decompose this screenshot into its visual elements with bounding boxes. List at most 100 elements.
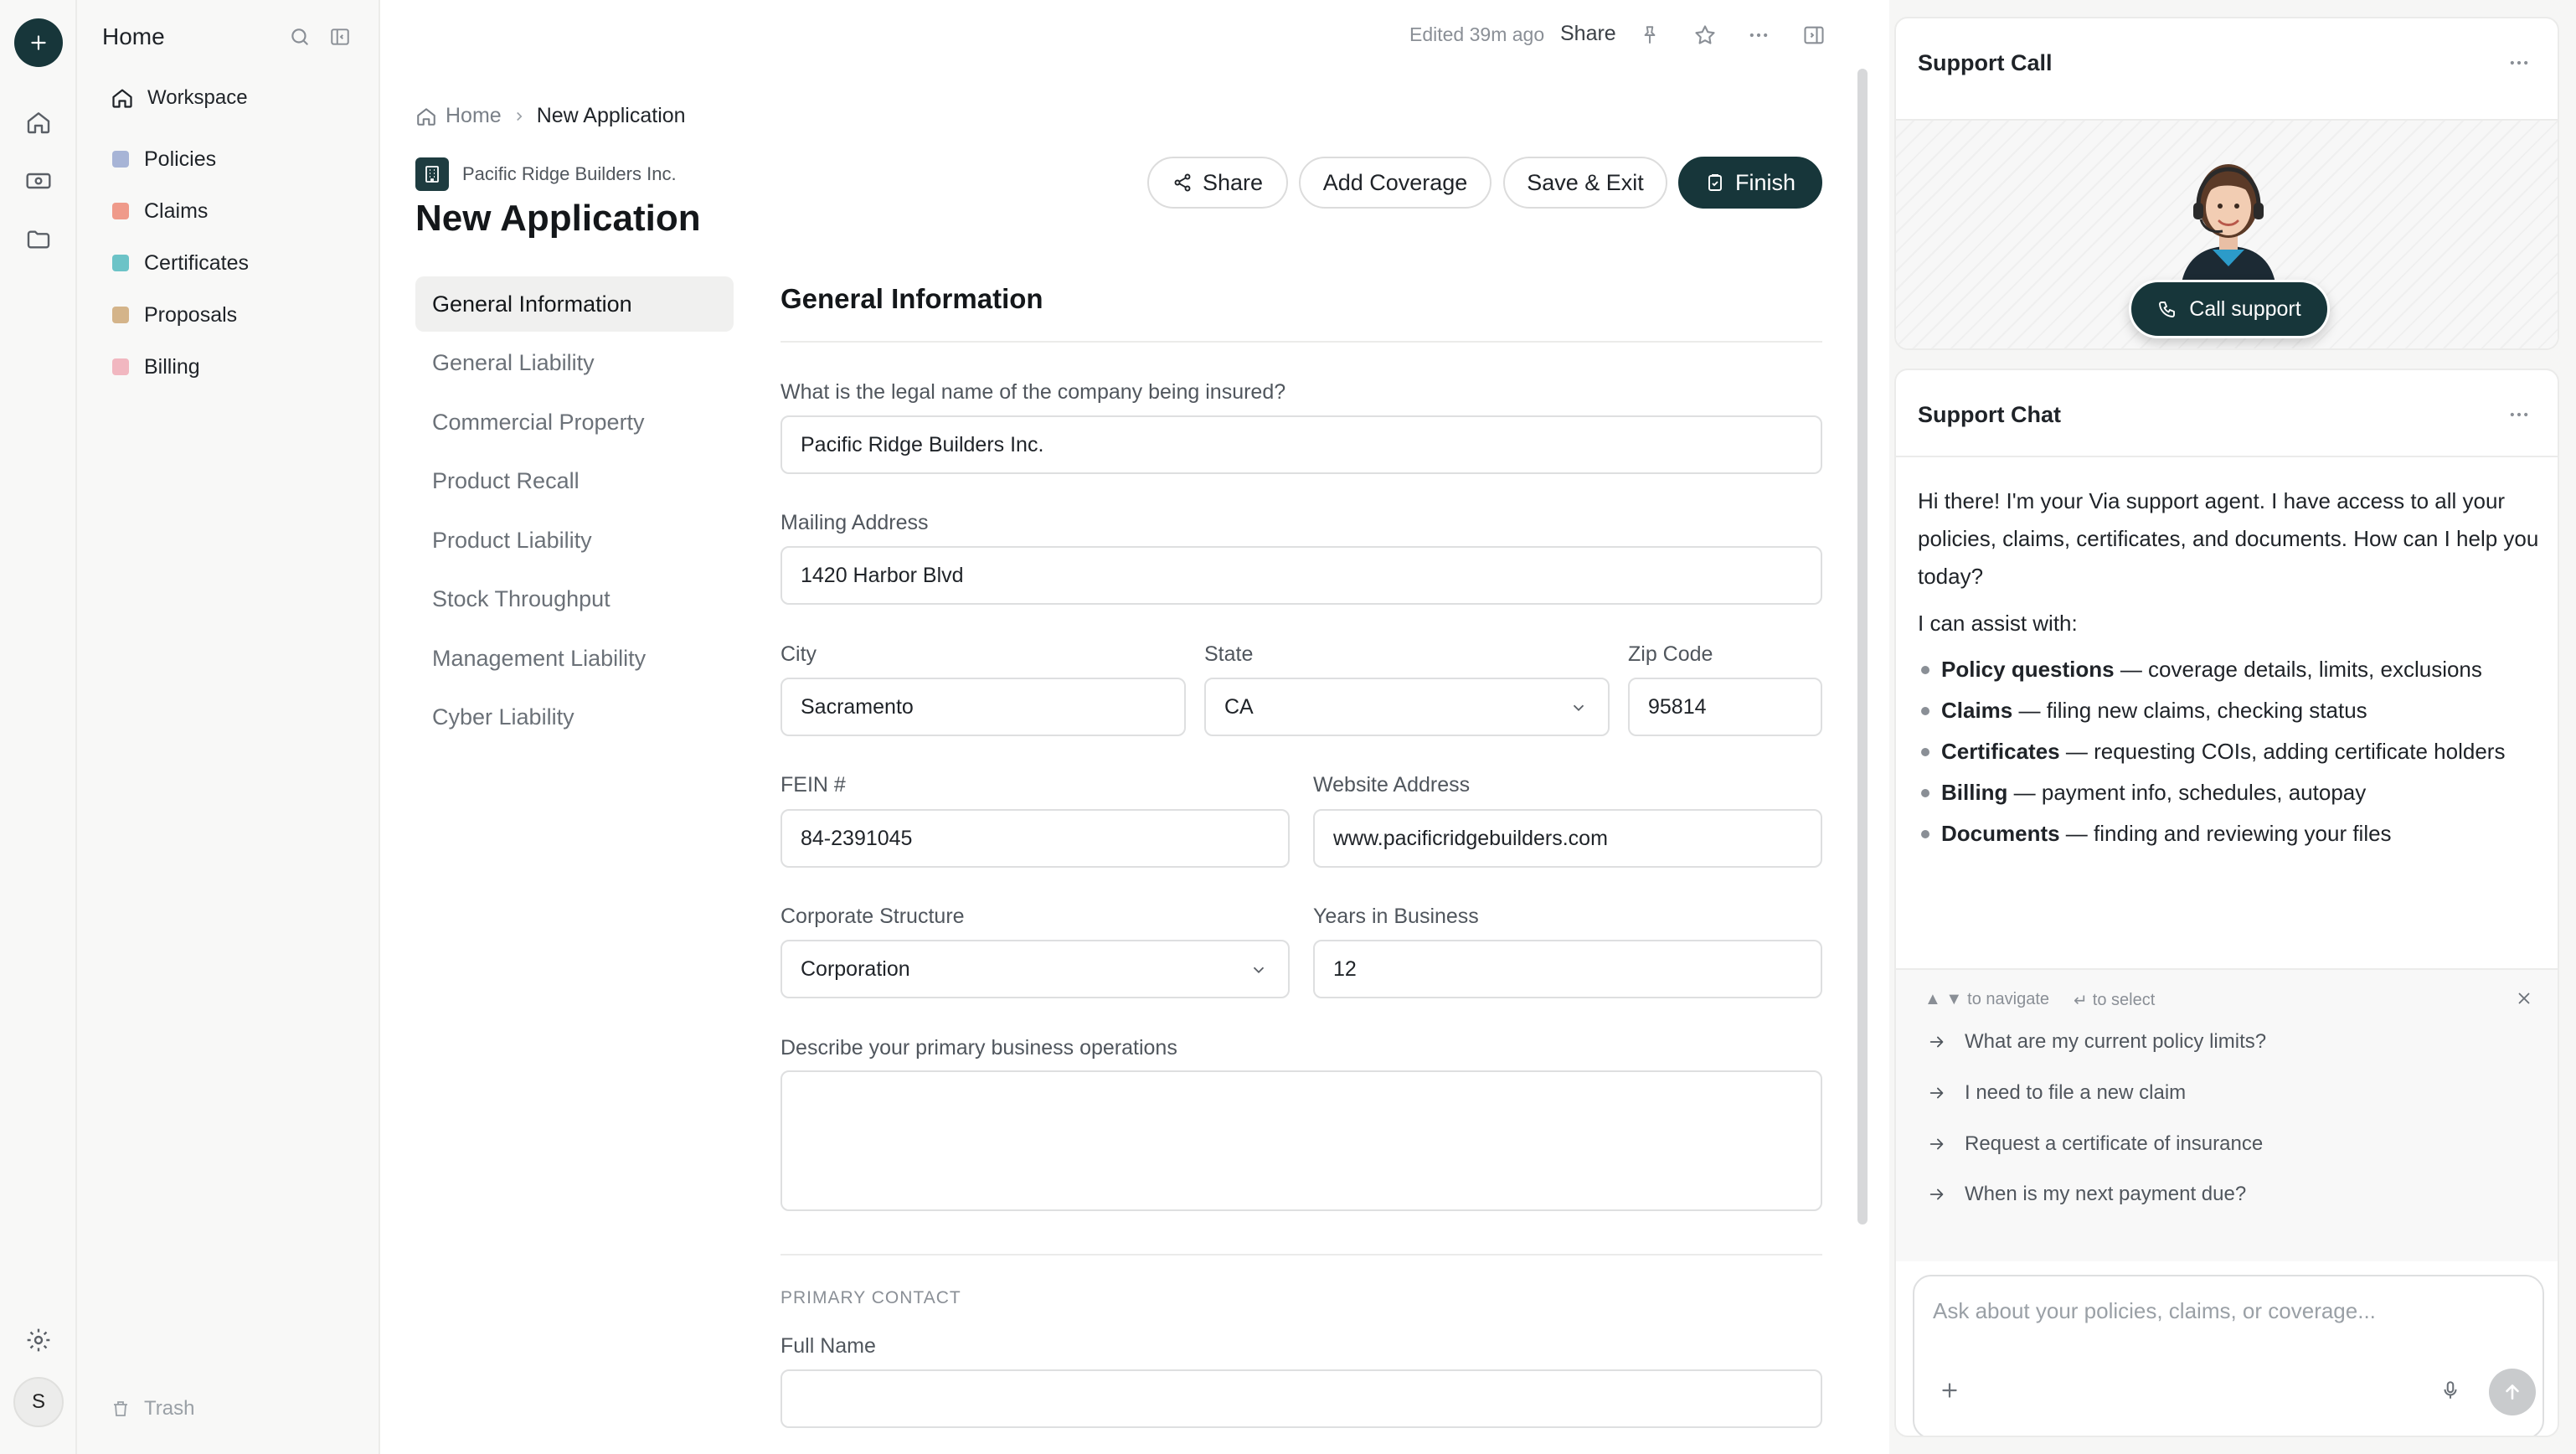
arrow-up-icon	[2506, 1384, 2519, 1400]
bullet-dot	[1921, 747, 1929, 756]
nav-general-liability[interactable]: General Liability	[415, 335, 734, 390]
home-icon	[27, 112, 50, 134]
call-area: Call support	[1896, 119, 2558, 348]
suggestion-item[interactable]: When is my next payment due?	[1928, 1183, 2246, 1206]
favorite-button[interactable]	[1690, 20, 1720, 50]
support-call-more-button[interactable]	[2502, 50, 2536, 75]
mailing-address-input[interactable]: 1420 Harbor Blvd	[781, 546, 1822, 605]
chevron-down-icon	[1249, 961, 1268, 979]
pin-button[interactable]	[1635, 20, 1665, 50]
call-support-label: Call support	[2189, 296, 2301, 321]
sidebar-item-label: Certificates	[144, 250, 250, 275]
operations-textarea[interactable]	[781, 1070, 1822, 1211]
suggestion-item[interactable]: Request a certificate of insurance	[1928, 1132, 2263, 1156]
suggestion-item[interactable]: I need to file a new claim	[1928, 1081, 2186, 1105]
edited-timestamp: Edited 39m ago	[1409, 23, 1545, 45]
color-swatch	[112, 255, 129, 271]
rail-files-button[interactable]	[22, 223, 55, 256]
rail-billing-button[interactable]	[22, 164, 55, 198]
zip-input[interactable]: 95814	[1628, 678, 1822, 736]
search-icon	[291, 28, 308, 45]
new-plus-button[interactable]	[14, 18, 63, 67]
arrow-right-icon	[1929, 1138, 1944, 1150]
website-input[interactable]: www.pacificridgebuilders.com	[1313, 809, 1822, 868]
sidebar-item-workspace[interactable]: Workspace	[111, 82, 248, 114]
sidebar-item-policies[interactable]: Policies	[111, 142, 216, 176]
home-icon	[112, 89, 132, 108]
color-swatch	[112, 358, 129, 375]
sidebar-item-proposals[interactable]: Proposals	[111, 298, 237, 332]
assist-item-desc: — payment info, schedules, autopay	[2007, 780, 2367, 805]
nav-management-liability[interactable]: Management Liability	[415, 631, 734, 686]
sidebar-item-label: Proposals	[144, 302, 238, 327]
toggle-right-panel-button[interactable]	[1799, 20, 1829, 50]
sidebar-item-trash[interactable]: Trash	[111, 1397, 194, 1420]
nav-product-liability[interactable]: Product Liability	[415, 513, 734, 568]
rail-settings-button[interactable]	[22, 1323, 55, 1357]
share-button[interactable]: Share	[1147, 157, 1288, 209]
chat-header-divider	[1896, 456, 2558, 457]
send-button[interactable]	[2489, 1369, 2536, 1415]
corporate-structure-select[interactable]: Corporation	[781, 940, 1290, 998]
support-chat-more-button[interactable]	[2502, 402, 2536, 427]
suggestion-text: I need to file a new claim	[1965, 1081, 2187, 1104]
company-name: Pacific Ridge Builders Inc.	[462, 163, 677, 184]
nav-cyber-liability[interactable]: Cyber Liability	[415, 689, 734, 745]
support-call-title: Support Call	[1918, 50, 2053, 75]
operations-label: Describe your primary business operation…	[781, 1036, 1177, 1060]
plus-icon	[31, 35, 46, 50]
nav-general-information[interactable]: General Information	[415, 276, 734, 332]
top-share-button[interactable]: Share	[1560, 22, 1616, 46]
finish-button[interactable]: Finish	[1678, 157, 1822, 209]
sidebar-item-claims[interactable]: Claims	[111, 194, 208, 228]
sidebar-item-label: Billing	[144, 354, 200, 379]
rail-home-button[interactable]	[22, 106, 55, 139]
more-options-button[interactable]	[1744, 20, 1774, 50]
share-icon	[1174, 173, 1191, 192]
call-support-button[interactable]: Call support	[2129, 280, 2330, 338]
fein-input[interactable]: 84-2391045	[781, 809, 1290, 868]
color-swatch	[112, 151, 129, 168]
city-input[interactable]: Sacramento	[781, 678, 1186, 736]
phone-icon	[2159, 302, 2176, 317]
save-exit-button[interactable]: Save & Exit	[1503, 157, 1667, 209]
app-rail: S	[0, 0, 77, 1454]
state-select[interactable]: CA	[1204, 678, 1610, 736]
sidebar-search-button[interactable]	[286, 23, 313, 50]
years-in-business-input[interactable]: 12	[1313, 940, 1822, 998]
company-tag: Pacific Ridge Builders Inc.	[415, 157, 677, 191]
state-label: State	[1204, 642, 1254, 666]
breadcrumb: Home New Application	[415, 104, 686, 128]
nav-commercial-property[interactable]: Commercial Property	[415, 394, 734, 450]
bullet-dot	[1921, 788, 1929, 797]
assist-item-title: Documents	[1941, 821, 2060, 846]
chat-input-box[interactable]: Ask about your policies, claims, or cove…	[1913, 1275, 2544, 1436]
full-name-input[interactable]	[781, 1369, 1822, 1428]
select-hint-text: to select	[2092, 991, 2156, 1009]
nav-stock-throughput[interactable]: Stock Throughput	[415, 571, 734, 626]
attach-button[interactable]	[1933, 1374, 1966, 1407]
bullet-dot	[1921, 706, 1929, 715]
home-icon	[417, 107, 435, 126]
full-name-label: Full Name	[781, 1334, 876, 1358]
suggestion-text: What are my current policy limits?	[1965, 1030, 2267, 1053]
main-scrollbar[interactable]	[1857, 69, 1868, 1225]
assist-item: Certificates — requesting COIs, adding c…	[1921, 739, 2505, 765]
collapse-sidebar-button[interactable]	[327, 23, 353, 50]
legal-name-input[interactable]: Pacific Ridge Builders Inc.	[781, 415, 1822, 474]
breadcrumb-home[interactable]: Home	[415, 104, 502, 128]
suggestion-item[interactable]: What are my current policy limits?	[1928, 1030, 2266, 1054]
section-divider	[781, 341, 1822, 343]
close-suggestions-button[interactable]	[2509, 983, 2539, 1013]
legal-name-label: What is the legal name of the company be…	[781, 380, 1286, 404]
assist-item-title: Billing	[1941, 780, 2008, 805]
microphone-button[interactable]	[2434, 1374, 2467, 1407]
building-icon	[415, 157, 449, 191]
nav-product-recall[interactable]: Product Recall	[415, 453, 734, 508]
user-avatar[interactable]: S	[13, 1377, 64, 1427]
sidebar-item-certificates[interactable]: Certificates	[111, 246, 249, 280]
section-divider	[781, 1254, 1822, 1255]
sidebar-item-billing[interactable]: Billing	[111, 350, 200, 384]
chat-assist-intro: I can assist with:	[1918, 611, 2078, 636]
add-coverage-button[interactable]: Add Coverage	[1299, 157, 1492, 209]
